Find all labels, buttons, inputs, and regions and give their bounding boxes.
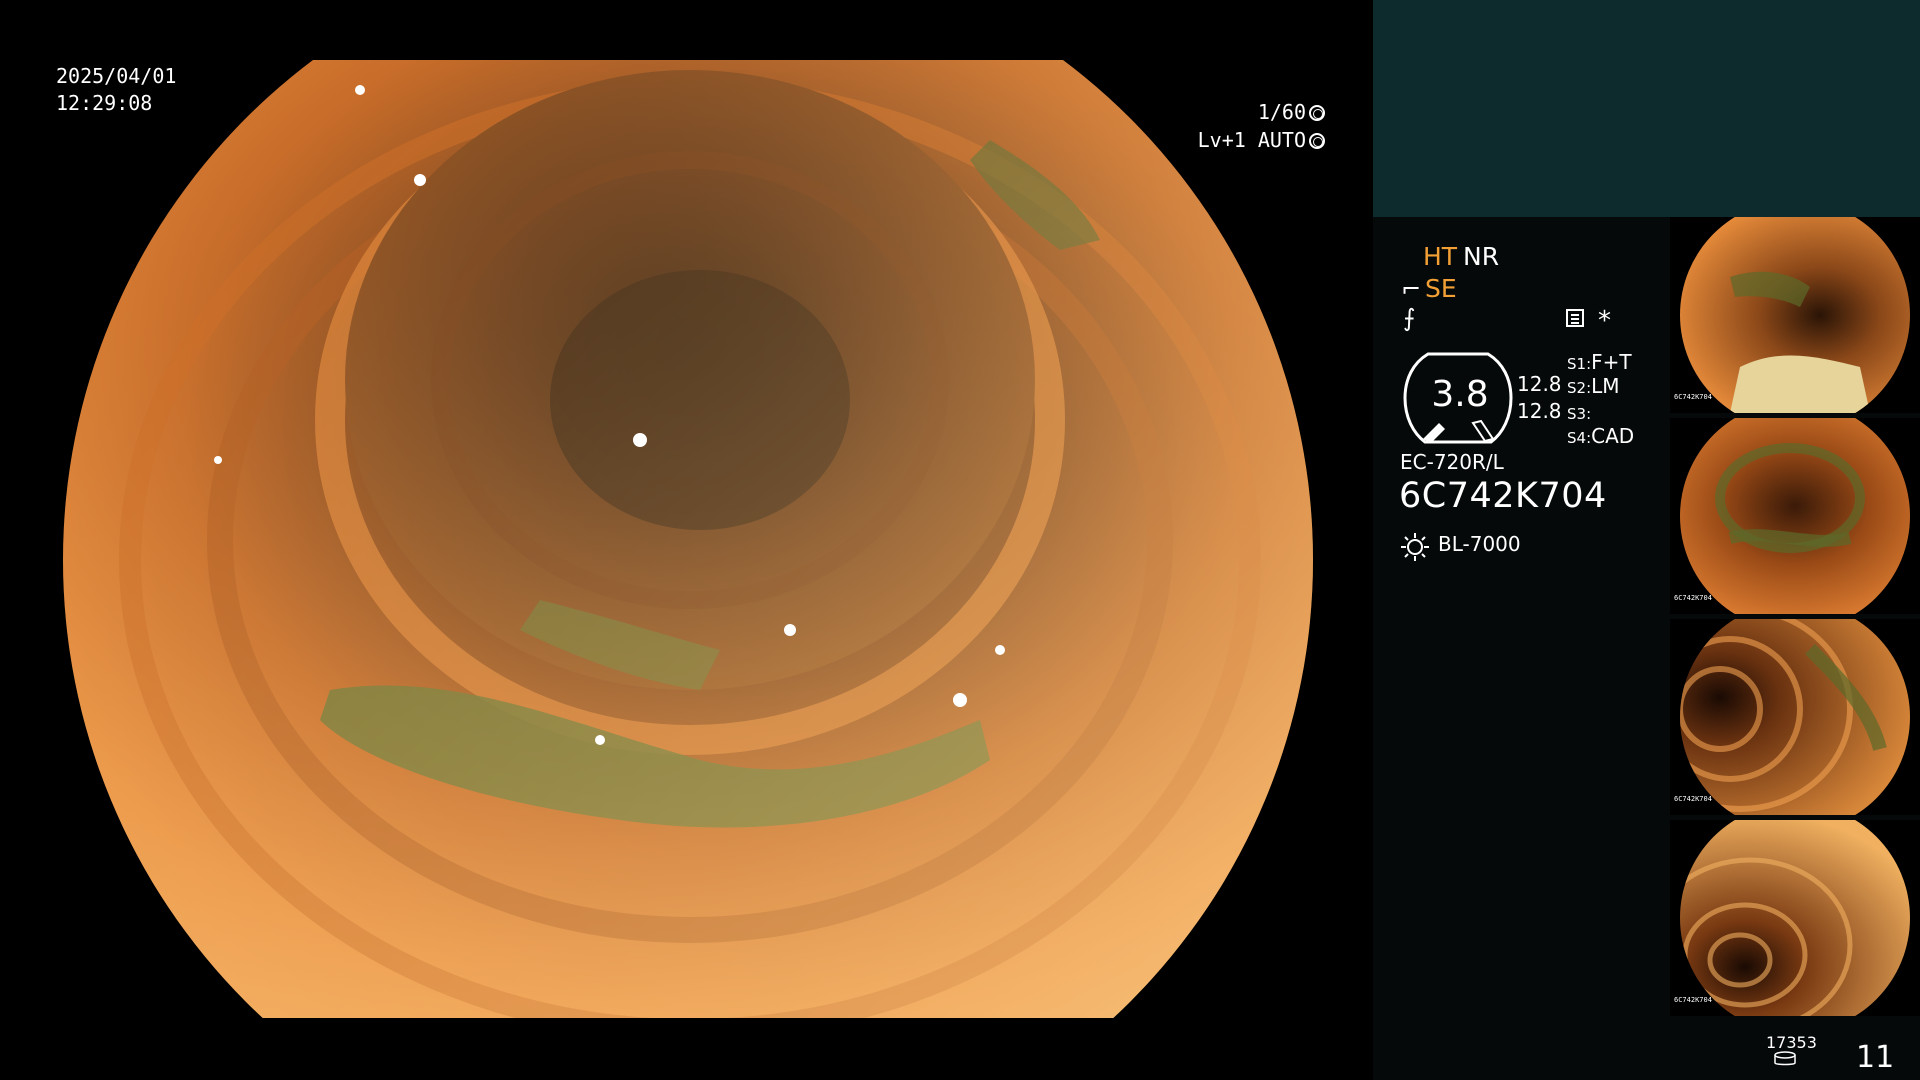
slot-3: S3: — [1567, 400, 1591, 424]
info-panel: HT NR ⌐ SE ⨍ * 3.8 12.8 12.8 S1:F+T S2:L… — [1373, 0, 1920, 1080]
scope-model: EC-720R/L — [1400, 450, 1504, 474]
star-icon: * — [1598, 306, 1611, 336]
level-readout: Lv+1 AUTO — [1198, 126, 1325, 154]
slot-label: S3: — [1567, 405, 1592, 423]
image-counter: 17353 — [1766, 1033, 1817, 1052]
auto-iris-icon — [1309, 133, 1325, 149]
panel-header-area — [1373, 0, 1920, 217]
thumbnail-1[interactable]: 6C742K704 — [1670, 217, 1920, 413]
light-source-icon — [1401, 533, 1429, 561]
slot-value: CAD — [1591, 424, 1635, 448]
slot-label: S2: — [1567, 379, 1592, 397]
slot-4: S4:CAD — [1567, 424, 1634, 448]
frame-count: 11 — [1856, 1040, 1895, 1075]
endoscope-image — [63, 60, 1313, 1018]
shutter-readout: 1/60 — [1258, 98, 1325, 126]
thumbnail-label: 6C742K704 — [1674, 393, 1712, 401]
thumbnail-label: 6C742K704 — [1674, 594, 1712, 602]
thumbnail-label: 6C742K704 — [1674, 795, 1712, 803]
slot-label: S1: — [1567, 355, 1592, 373]
disk-icon — [1774, 1051, 1796, 1066]
slot-2: S2:LM — [1567, 374, 1620, 398]
se-icon: ⌐ — [1401, 275, 1422, 303]
slot-value: F+T — [1591, 350, 1632, 374]
slot-label: S4: — [1567, 429, 1592, 447]
zoom-value: 3.8 — [1431, 374, 1489, 415]
thumbnail-image — [1680, 418, 1910, 614]
nr-indicator: NR — [1463, 242, 1500, 271]
f-icon: ⨍ — [1403, 304, 1416, 332]
thumbnail-4[interactable]: 6C742K704 — [1670, 820, 1920, 1016]
menu-icon — [1566, 309, 1584, 327]
se-indicator: SE — [1425, 274, 1457, 303]
thumbnail-3[interactable]: 6C742K704 — [1670, 619, 1920, 815]
thumbnail-label: 6C742K704 — [1674, 996, 1712, 1004]
slot-value: LM — [1591, 374, 1620, 398]
ht-indicator: HT — [1423, 242, 1458, 271]
time-readout: 12:29:08 — [56, 91, 153, 115]
endoscope-view: 2025/04/01 12:29:08 1/60 Lv+1 AUTO — [0, 0, 1373, 1080]
level-value: Lv+1 AUTO — [1197, 128, 1306, 152]
slot-1: S1:F+T — [1567, 350, 1632, 374]
thumbnail-image — [1680, 619, 1910, 815]
thumbnail-image — [1680, 217, 1910, 413]
value-readout-1: 12.8 — [1517, 372, 1562, 396]
value-readout-2: 12.8 — [1517, 399, 1562, 423]
thumbnail-2[interactable]: 6C742K704 — [1670, 418, 1920, 614]
date-readout: 2025/04/01 — [56, 64, 177, 88]
shutter-icon — [1309, 105, 1325, 121]
light-source-model: BL-7000 — [1438, 532, 1521, 556]
shutter-value: 1/60 — [1257, 100, 1306, 124]
thumbnail-image — [1680, 820, 1910, 1016]
scope-serial: 6C742K704 — [1399, 476, 1607, 516]
